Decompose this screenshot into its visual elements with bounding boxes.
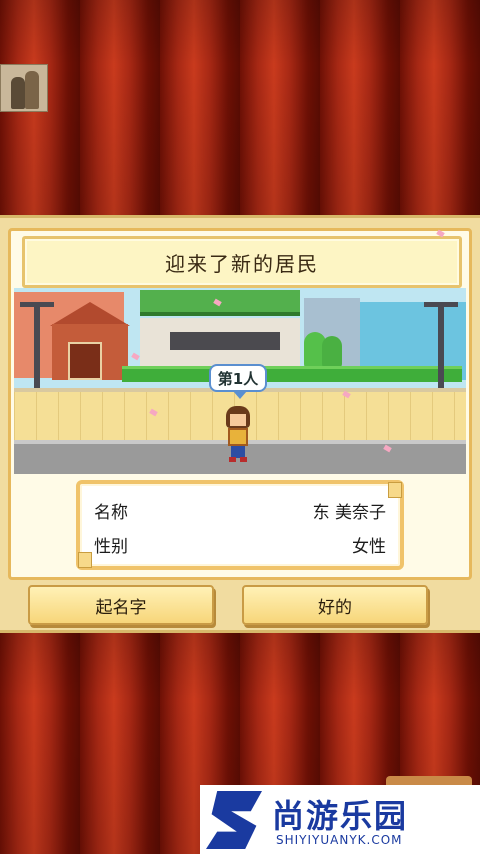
gender-value: 女性	[352, 536, 386, 557]
name-row: 名称 东 美奈子	[94, 498, 386, 523]
brand-logo-icon	[206, 791, 262, 849]
dialog-title: 迎来了新的居民	[22, 236, 462, 288]
watermark: 尚游乐园 SHIYIYUANYK.COM	[200, 785, 480, 854]
street-lamp	[20, 302, 54, 402]
thumbnail-figure	[11, 77, 25, 109]
resident-character	[224, 406, 252, 462]
corner-tag-icon	[78, 552, 92, 568]
tree	[322, 336, 342, 368]
character-body	[228, 428, 248, 446]
character-shoe	[240, 457, 247, 462]
ok-button[interactable]: 好的	[242, 585, 428, 625]
name-value: 东 美奈子	[312, 502, 386, 523]
house-door	[68, 342, 102, 380]
gender-row: 性别 女性	[94, 532, 386, 557]
name-label: 名称	[94, 502, 128, 523]
top-curtain	[0, 0, 480, 215]
resident-thumbnail[interactable]	[0, 64, 48, 112]
resident-count-bubble: 第1人	[209, 364, 267, 399]
brand-name-cn: 尚游乐园	[272, 797, 409, 835]
brand-name-en: SHIYIYUANYK.COM	[276, 833, 403, 847]
rename-button[interactable]: 起名字	[28, 585, 214, 625]
gender-label: 性别	[94, 536, 128, 557]
character-face	[230, 414, 246, 426]
character-shoe	[229, 457, 236, 462]
building-window	[170, 332, 280, 350]
hedge	[122, 366, 462, 382]
street-lamp	[424, 302, 458, 402]
corner-tag-icon	[388, 482, 402, 498]
resident-info-card: 名称 东 美奈子 性别 女性	[76, 480, 404, 570]
thumbnail-figure	[25, 71, 39, 109]
